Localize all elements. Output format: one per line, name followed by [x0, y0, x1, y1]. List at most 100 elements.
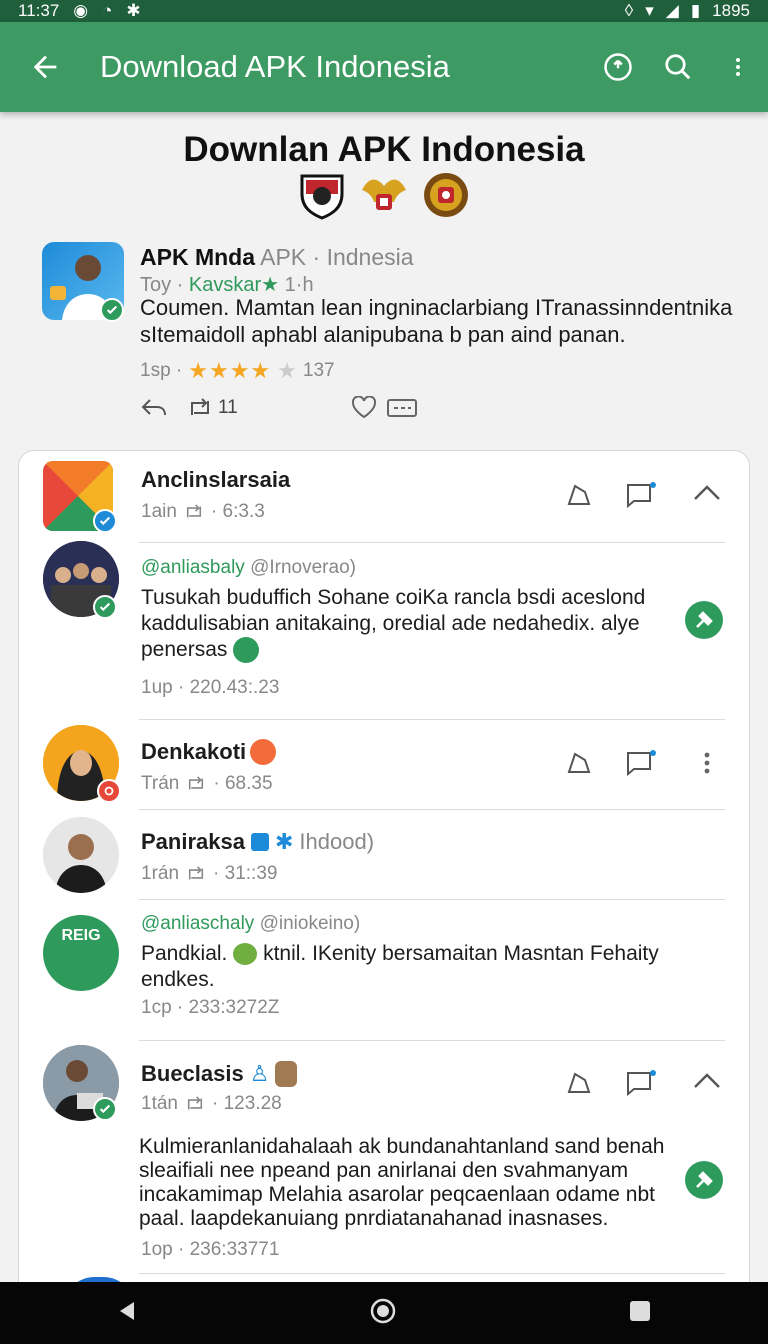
- settings-icon: ✱: [126, 1, 141, 20]
- collapse-button[interactable]: [687, 1061, 727, 1101]
- circle-home-icon: [370, 1298, 396, 1323]
- bookmark-button[interactable]: [559, 1063, 599, 1103]
- nav-home-button[interactable]: [369, 1297, 397, 1330]
- comment-button[interactable]: [621, 1063, 661, 1103]
- post-author-line: APK Mnda APK · Indnesia: [140, 244, 414, 271]
- comment-handle[interactable]: @anliasbaly: [141, 557, 245, 578]
- sub-tag[interactable]: Kavskar★: [189, 274, 279, 296]
- comment-meta: 1up · 220.43:.23: [141, 677, 280, 698]
- man-avatar-icon: [43, 817, 119, 893]
- entry-name[interactable]: Bueclasis: [141, 1061, 244, 1087]
- list-item[interactable]: Paniraksa ✱ Ihdood) 1rán · 31::39: [19, 811, 751, 899]
- comment-item[interactable]: REIG @anliaschaly @iniokeino) Pandkial. …: [19, 901, 751, 1039]
- status-right-text: 1895: [712, 1, 750, 20]
- tool-icon: [696, 611, 713, 628]
- entry-name-line: Denkakoti: [141, 739, 277, 765]
- download-button[interactable]: [685, 1161, 723, 1199]
- verified-icon: ✱: [274, 829, 294, 854]
- feed-card: Anclinslarsaia 1ain · 6:3.3 @anliasbaly …: [18, 450, 750, 1282]
- more-button[interactable]: [708, 22, 768, 112]
- entry-name[interactable]: Anclinslarsaia: [141, 467, 290, 493]
- emoji-icon: [233, 637, 260, 664]
- list-item[interactable]: Bueclasis ♙ 1tán · 123.28 Kulmieranlanid…: [19, 1043, 751, 1273]
- content-area[interactable]: Downlan APK Indonesia APK Mnda APK · Ind…: [0, 112, 768, 1282]
- square-recents-icon: [630, 1300, 651, 1321]
- more-icon: [704, 752, 710, 774]
- post-rating: 1sp · ★★★★ ★ 137: [140, 358, 335, 384]
- nav-back-button[interactable]: [116, 1299, 138, 1328]
- search-button[interactable]: [648, 22, 708, 112]
- entry-name[interactable]: Paniraksa: [141, 829, 245, 855]
- share-icon: [387, 399, 417, 417]
- back-button[interactable]: [0, 22, 90, 112]
- divider: [139, 809, 725, 810]
- entry-meta-2: 1op · 236:33771: [141, 1239, 280, 1260]
- signal-icon: ◢: [665, 1, 679, 20]
- download-button[interactable]: [685, 601, 723, 639]
- comment-button[interactable]: [621, 475, 661, 515]
- comment-item[interactable]: @anliasbaly @Irnoverao) Tusukah buduffic…: [19, 541, 751, 719]
- like-button[interactable]: [344, 388, 384, 428]
- author-name[interactable]: APK Mnda: [140, 244, 255, 270]
- comment-handle-line: @anliasbaly @Irnoverao): [141, 557, 356, 579]
- repost-button[interactable]: 11: [186, 388, 256, 428]
- entry-time: · 68.35: [213, 773, 273, 794]
- comment-text-a: Pandkial.: [141, 942, 228, 965]
- entry-name-line: Paniraksa ✱ Ihdood): [141, 829, 374, 855]
- rating-count: 137: [302, 360, 335, 381]
- comment-button[interactable]: [621, 743, 661, 783]
- repost-icon: [188, 866, 204, 880]
- comment-meta: 1cp · 233:3272Z: [141, 997, 280, 1018]
- avatar[interactable]: REIG: [43, 915, 119, 991]
- comment-body: Pandkial. ktnil. IKenity bersamaitan Mas…: [141, 941, 701, 993]
- comment-handle[interactable]: @anliaschaly: [141, 913, 254, 934]
- more-button[interactable]: [687, 743, 727, 783]
- repost-icon: [186, 504, 201, 518]
- person-icon: ♙: [249, 1061, 270, 1086]
- back-icon: [33, 55, 57, 79]
- list-item[interactable]: Anclinslarsaia 1ain · 6:3.3: [19, 451, 751, 541]
- rating-prefix: 1sp ·: [140, 360, 183, 381]
- reply-button[interactable]: [134, 388, 174, 428]
- triangle-back-icon: [119, 1301, 134, 1320]
- more-icon: [736, 58, 740, 76]
- shield-emblem-icon: [300, 174, 344, 220]
- status-bar: 11:37 ◉ ◔ ✱ ◊ ▾ ◢ ▮ 1895: [0, 0, 768, 22]
- bookmark-icon: [567, 484, 591, 505]
- repost-count: 11: [218, 397, 238, 418]
- entry-time: · 6:3.3: [210, 501, 265, 522]
- repost-icon: [191, 398, 209, 415]
- comment-handle-secondary: @Irnoverao): [250, 557, 356, 578]
- collapse-button[interactable]: [687, 473, 727, 513]
- rating-star-empty: ★: [277, 358, 297, 383]
- heart-icon: [351, 396, 377, 419]
- battery-icon: ▮: [690, 1, 701, 20]
- nav-recents-button[interactable]: [628, 1299, 652, 1328]
- info-button[interactable]: [588, 22, 648, 112]
- entry-meta: 1rán · 31::39: [141, 863, 277, 885]
- repost-icon: [187, 1096, 203, 1110]
- entry-name[interactable]: Denkakoti: [141, 739, 246, 765]
- entry-meta: Trán · 68.35: [141, 773, 273, 795]
- notification-icon: ◉: [73, 1, 89, 20]
- list-item[interactable]: Denkakoti Trán · 68.35: [19, 721, 751, 809]
- bookmark-button[interactable]: [559, 475, 599, 515]
- badge-icon: [97, 779, 121, 803]
- verified-icon: [93, 1097, 117, 1121]
- wifi-icon: ▾: [645, 1, 654, 20]
- share-button[interactable]: [382, 388, 422, 428]
- garuda-emblem-icon: [362, 179, 406, 210]
- rating-stars: ★★★★: [188, 358, 272, 383]
- avatar[interactable]: [43, 817, 119, 893]
- info-icon: [604, 53, 632, 81]
- divider: [139, 1040, 725, 1041]
- crest-emblem-icon: [424, 173, 468, 217]
- featured-post[interactable]: APK Mnda APK · Indnesia Toy · Kavskar★ 1…: [42, 242, 732, 432]
- comment-icon: [627, 750, 656, 777]
- vibrate-icon: ◊: [624, 1, 634, 20]
- app-bar-title: Download APK Indonesia: [100, 49, 450, 84]
- comment-handle-secondary: @iniokeino): [259, 913, 361, 934]
- tool-icon: [696, 1171, 713, 1188]
- bookmark-button[interactable]: [559, 743, 599, 783]
- entry-meta-label: 1ain: [141, 501, 177, 522]
